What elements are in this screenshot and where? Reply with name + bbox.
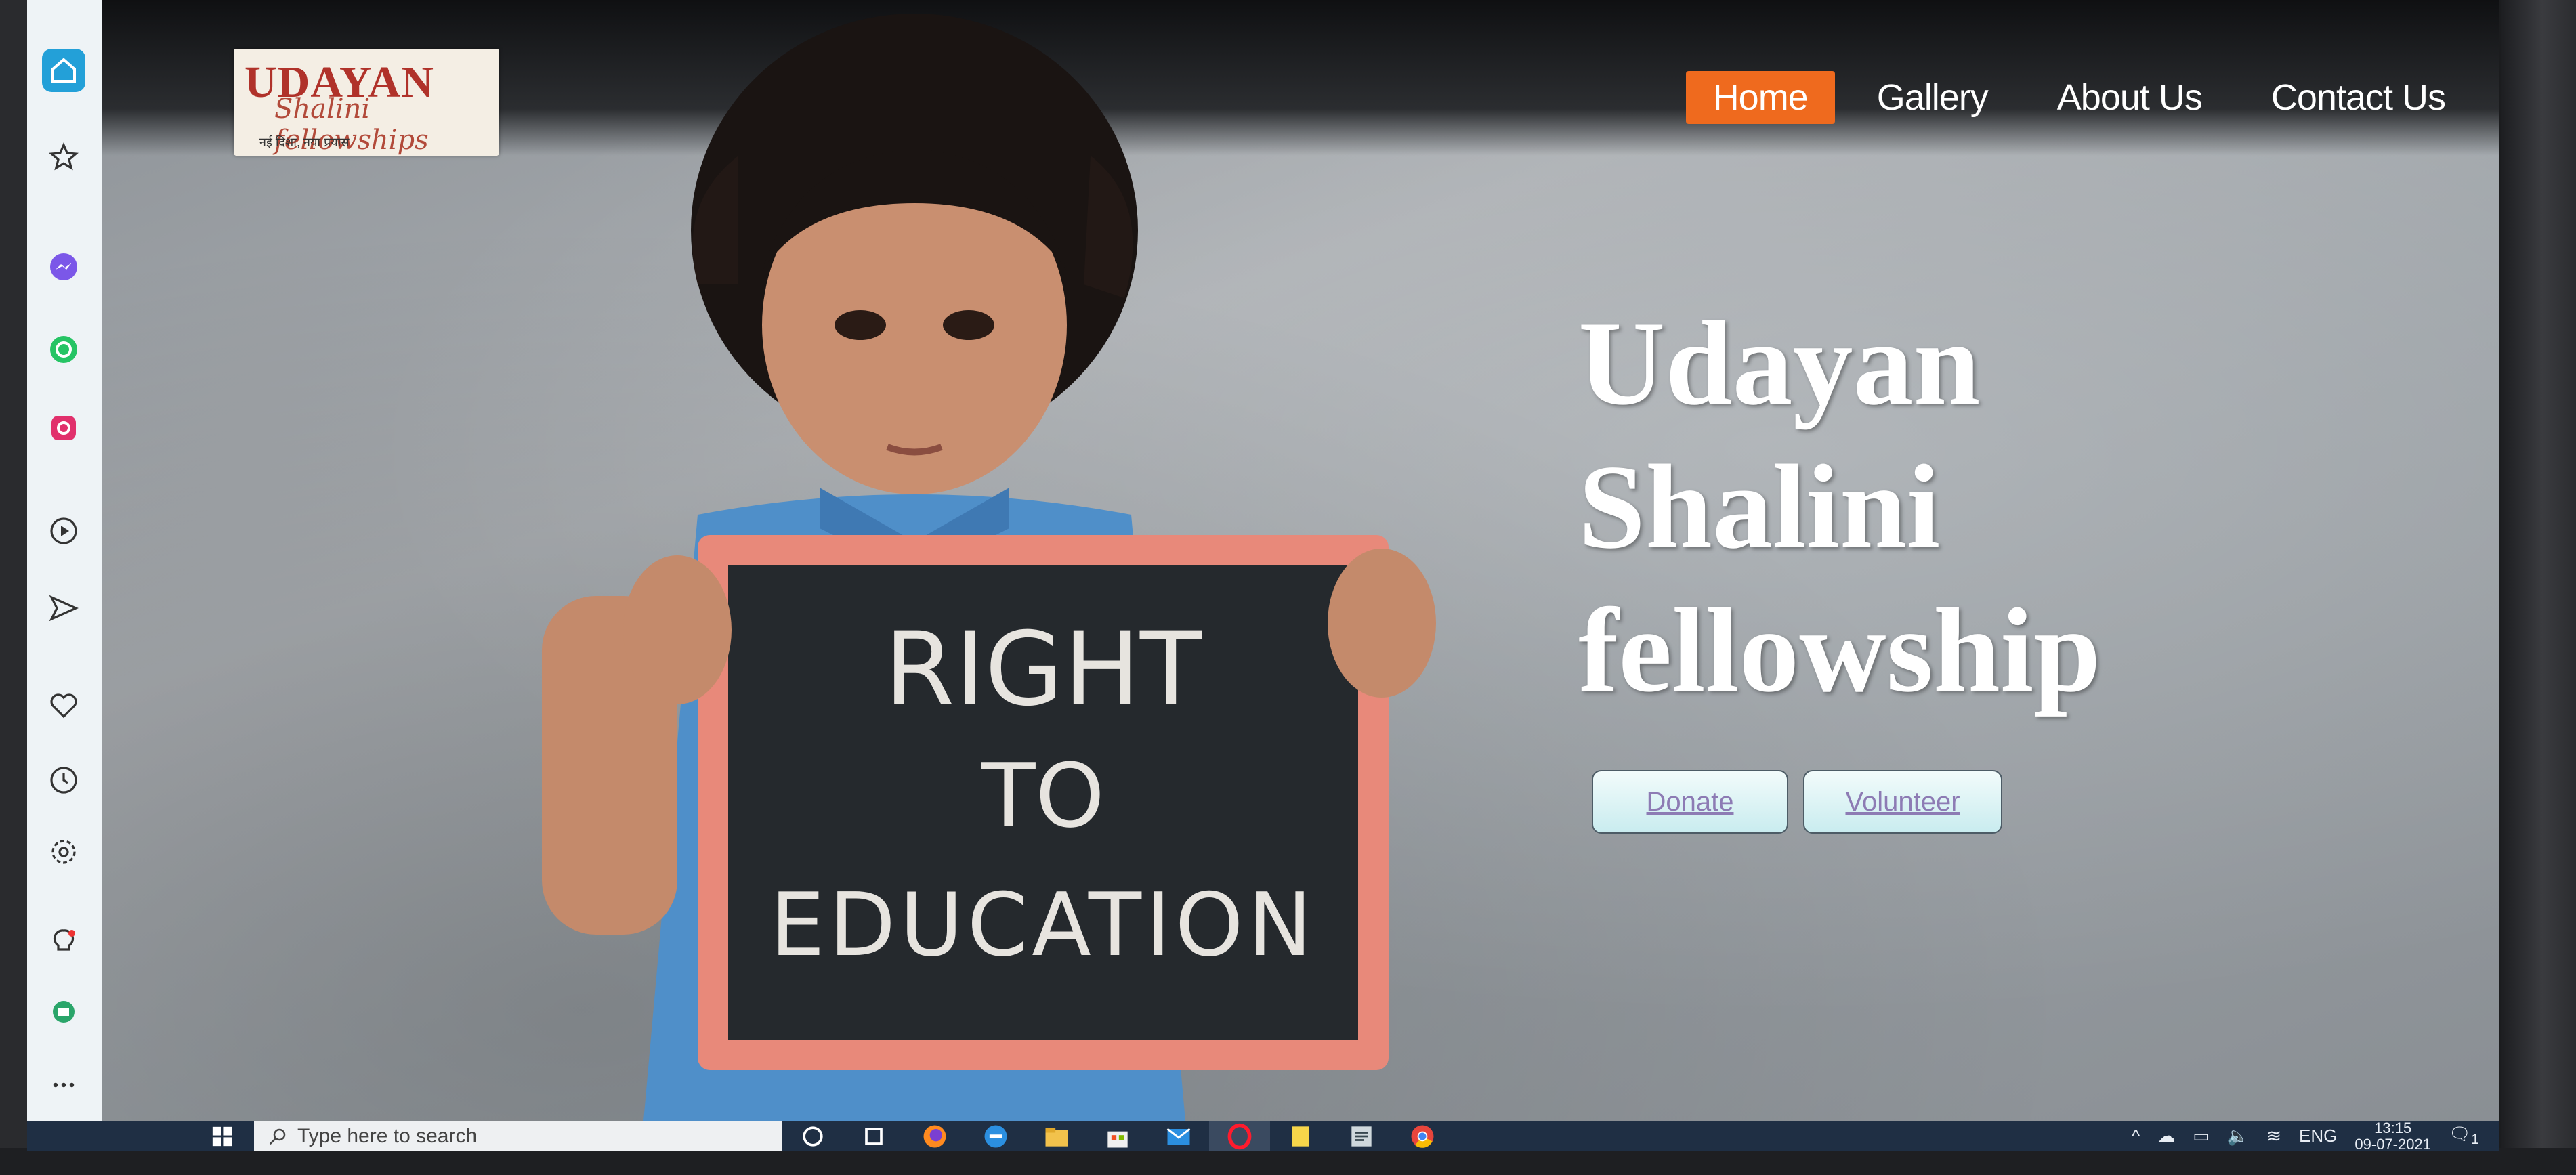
board-text-education: EDUCATION: [770, 875, 1317, 976]
battery-icon[interactable]: ▭: [2193, 1126, 2210, 1147]
hero-title-line-1: Udayan: [1578, 296, 1981, 430]
windows-icon: [212, 1126, 232, 1146]
site-logo[interactable]: UDAYAN Shalini fellowships नई दिशा, नया …: [234, 49, 499, 156]
store-icon[interactable]: [1087, 1121, 1148, 1151]
monitor-screen: RIGHT TO EDUCATION UDAYAN Shalini fellow…: [27, 0, 2499, 1151]
more-icon[interactable]: [42, 1063, 85, 1107]
taskbar: Type here to search ^ ☁ ▭ 🔈 ≋ ENG 13:15 …: [27, 1119, 2499, 1151]
system-tray: ^ ☁ ▭ 🔈 ≋ ENG 13:15 09-07-2021 🗨1: [2132, 1119, 2479, 1151]
cloud-icon[interactable]: ☁: [2157, 1126, 2175, 1147]
instagram-icon[interactable]: [42, 406, 85, 450]
web-page: RIGHT TO EDUCATION UDAYAN Shalini fellow…: [102, 0, 2499, 1121]
file-explorer-icon[interactable]: [1026, 1121, 1087, 1151]
hero-title-line-2: Shalini: [1578, 440, 1941, 574]
whatsapp-icon[interactable]: [42, 328, 85, 371]
wifi-icon[interactable]: ≋: [2266, 1126, 2281, 1147]
cortana-icon[interactable]: [782, 1121, 843, 1151]
board-text-to: TO: [981, 744, 1105, 847]
messenger-icon[interactable]: [42, 245, 85, 289]
task-view-icon[interactable]: [843, 1121, 904, 1151]
heart-icon[interactable]: [42, 684, 85, 727]
notification-icon[interactable]: 🗨1: [2449, 1124, 2479, 1148]
clock-date: 09-07-2021: [2355, 1135, 2431, 1151]
bulb-icon[interactable]: [42, 921, 85, 964]
send-icon[interactable]: [42, 586, 85, 630]
board-text-right: RIGHT: [884, 611, 1202, 729]
screen-bezel-bottom: [0, 1148, 2576, 1175]
hero-title-line-3: fellowship: [1578, 583, 2101, 717]
volunteer-button[interactable]: Volunteer: [1803, 770, 2002, 834]
firefox-icon[interactable]: [904, 1121, 965, 1151]
clock-time: 13:15: [2374, 1119, 2412, 1136]
notification-count: 1: [2470, 1130, 2479, 1148]
screen-bezel-left: [0, 0, 27, 1175]
chevron-up-icon[interactable]: ^: [2132, 1126, 2140, 1147]
nav-gallery[interactable]: Gallery: [1850, 71, 2015, 124]
chrome-icon[interactable]: [1392, 1121, 1453, 1151]
home-icon[interactable]: [42, 49, 85, 92]
wallet-icon[interactable]: [42, 990, 85, 1033]
logo-tagline: नई दिशा, नया प्रयास: [259, 135, 350, 149]
donate-button[interactable]: Donate: [1592, 770, 1788, 834]
edge-icon[interactable]: [965, 1121, 1026, 1151]
taskbar-search[interactable]: Type here to search: [254, 1121, 782, 1151]
opera-icon[interactable]: [1209, 1121, 1270, 1151]
language-indicator[interactable]: ENG: [2299, 1126, 2337, 1147]
main-nav: Home Gallery About Us Contact Us: [1671, 71, 2472, 124]
search-placeholder: Type here to search: [297, 1124, 478, 1147]
clock[interactable]: 13:15 09-07-2021: [2355, 1119, 2431, 1151]
volume-icon[interactable]: 🔈: [2227, 1126, 2249, 1147]
search-icon: [269, 1128, 286, 1145]
play-icon[interactable]: [42, 509, 85, 553]
nav-about-us[interactable]: About Us: [2030, 71, 2229, 124]
nav-home[interactable]: Home: [1685, 71, 1835, 124]
star-icon[interactable]: [42, 135, 85, 179]
hero-title: Udayan Shalini fellowship: [1578, 291, 2188, 722]
browser-sidebar: [27, 0, 103, 1121]
notes-icon[interactable]: [1270, 1121, 1331, 1151]
nav-contact-us[interactable]: Contact Us: [2244, 71, 2472, 124]
gear-icon[interactable]: [42, 830, 85, 874]
clock-icon[interactable]: [42, 759, 85, 802]
mail-icon[interactable]: [1148, 1121, 1209, 1151]
app-icon[interactable]: [1331, 1121, 1392, 1151]
hero-photo: RIGHT TO EDUCATION: [542, 14, 1436, 1121]
screen-bezel-right: [2501, 0, 2576, 1175]
start-button[interactable]: [190, 1121, 254, 1151]
